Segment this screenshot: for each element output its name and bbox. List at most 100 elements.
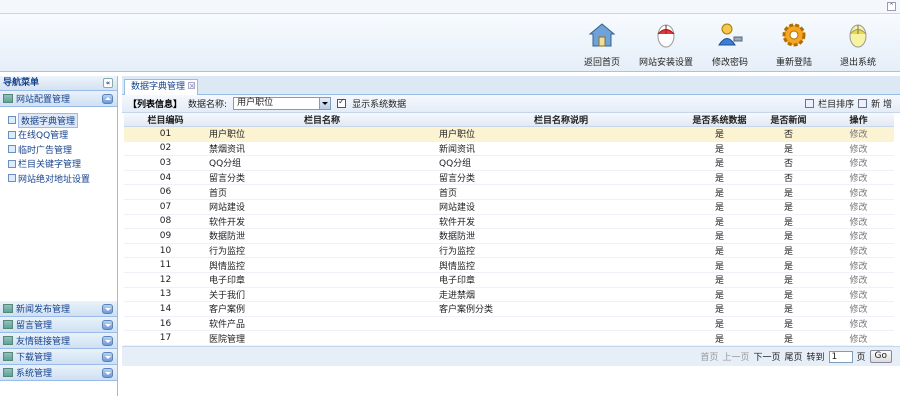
folder-icon bbox=[3, 320, 13, 329]
cell-code: 11 bbox=[124, 257, 207, 273]
expand-section-icon[interactable] bbox=[102, 368, 113, 378]
sidebar-header: 导航菜单 « bbox=[0, 76, 117, 91]
table-header-row: 栏目编码 栏目名称 栏目名称说明 是否系统数据 是否新闻 操作 bbox=[124, 113, 894, 127]
cell-code: 08 bbox=[124, 214, 207, 230]
sidebar-item-online-qq[interactable]: 在线QQ管理 bbox=[8, 128, 117, 143]
cell-news: 是 bbox=[754, 330, 823, 346]
chevron-down-icon bbox=[319, 98, 331, 109]
cell-code: 17 bbox=[124, 330, 207, 346]
sidebar-section-downloads[interactable]: 下载管理 bbox=[0, 349, 117, 365]
edit-link[interactable]: 修改 bbox=[823, 199, 894, 215]
home-button[interactable]: 返回首页 bbox=[574, 20, 630, 68]
sidebar-item-absolute-url[interactable]: 网站绝对地址设置 bbox=[8, 171, 117, 186]
show-system-label: 显示系统数据 bbox=[352, 100, 407, 110]
collapse-sidebar-icon[interactable]: « bbox=[103, 78, 113, 88]
relogin-button[interactable]: 重新登陆 bbox=[766, 20, 822, 68]
sidebar-section-news[interactable]: 新闻发布管理 bbox=[0, 301, 117, 317]
table-row[interactable]: 06 首页 首页是是修改 bbox=[124, 184, 894, 200]
cell-system: 是 bbox=[685, 184, 754, 200]
next-page-link[interactable]: 下一页 bbox=[753, 350, 780, 363]
table-row[interactable]: 14 客户案例 客户案例分类是是修改 bbox=[124, 301, 894, 317]
edit-link[interactable]: 修改 bbox=[823, 257, 894, 273]
expand-section-icon[interactable] bbox=[102, 352, 113, 362]
main-panel: 数据字典管理 × 【列表信息】 数据名称: 用户职位 显示系统数据 栏目排序 新… bbox=[122, 76, 900, 396]
sidebar-section-site-config[interactable]: 网站配置管理 bbox=[0, 91, 117, 107]
table-row[interactable]: 09 数据防泄 数据防泄是是修改 bbox=[124, 228, 894, 244]
cell-name: 软件开发 bbox=[207, 214, 437, 230]
cell-description: 首页 bbox=[437, 184, 685, 200]
add-button[interactable]: 新 增 bbox=[871, 97, 892, 110]
collapse-header-icon[interactable]: ⌃ bbox=[887, 2, 896, 11]
table-row[interactable]: 03 QQ分组 QQ分组是否修改 bbox=[124, 155, 894, 171]
edit-link[interactable]: 修改 bbox=[823, 243, 894, 259]
cell-news: 是 bbox=[754, 184, 823, 200]
edit-link[interactable]: 修改 bbox=[823, 214, 894, 230]
collapse-section-icon[interactable] bbox=[102, 94, 113, 104]
cell-news: 是 bbox=[754, 214, 823, 230]
logout-button[interactable]: 退出系统 bbox=[830, 20, 886, 68]
first-page-link[interactable]: 首页 bbox=[700, 350, 718, 363]
sidebar-section-system[interactable]: 系统管理 bbox=[0, 365, 117, 381]
site-settings-button[interactable]: 网站安装设置 bbox=[638, 20, 694, 68]
table-row[interactable]: 04 留言分类 留言分类是否修改 bbox=[124, 170, 894, 186]
cell-system: 是 bbox=[685, 170, 754, 186]
edit-link[interactable]: 修改 bbox=[823, 301, 894, 317]
table-row[interactable]: 13 关于我们 走进禁烟是是修改 bbox=[124, 287, 894, 303]
power-mouse-icon bbox=[843, 20, 873, 50]
sort-icon bbox=[805, 99, 815, 108]
edit-link[interactable]: 修改 bbox=[823, 272, 894, 288]
edit-link[interactable]: 修改 bbox=[823, 126, 894, 142]
go-button[interactable]: Go bbox=[869, 350, 892, 363]
close-tab-icon[interactable]: × bbox=[188, 82, 196, 90]
table-row[interactable]: 10 行为监控 行为监控是是修改 bbox=[124, 243, 894, 259]
table-row[interactable]: 17 医院管理是是修改 bbox=[124, 330, 894, 346]
page-number-input[interactable]: 1 bbox=[828, 350, 853, 363]
edit-link[interactable]: 修改 bbox=[823, 316, 894, 332]
sidebar-item-keywords[interactable]: 栏目关键字管理 bbox=[8, 157, 117, 172]
prev-page-link[interactable]: 上一页 bbox=[722, 350, 749, 363]
cell-news: 是 bbox=[754, 141, 823, 157]
edit-link[interactable]: 修改 bbox=[823, 141, 894, 157]
cell-name: 电子印章 bbox=[207, 272, 437, 288]
table-row[interactable]: 02 禁烟资讯 新闻资讯是是修改 bbox=[124, 141, 894, 157]
cell-description: 舆情监控 bbox=[437, 257, 685, 273]
edit-link[interactable]: 修改 bbox=[823, 287, 894, 303]
folder-icon bbox=[3, 94, 13, 103]
tab-dictionary[interactable]: 数据字典管理 × bbox=[124, 79, 199, 95]
data-name-label: 数据名称: bbox=[188, 100, 228, 110]
goto-label: 转到 bbox=[806, 353, 825, 363]
sidebar-item-temp-ads[interactable]: 临时广告管理 bbox=[8, 142, 117, 157]
cell-description: 网站建设 bbox=[437, 199, 685, 215]
edit-link[interactable]: 修改 bbox=[823, 155, 894, 171]
change-password-button[interactable]: 修改密码 bbox=[702, 20, 758, 68]
expand-section-icon[interactable] bbox=[102, 320, 113, 330]
table-row[interactable]: 11 舆情监控 舆情监控是是修改 bbox=[124, 257, 894, 273]
last-page-link[interactable]: 尾页 bbox=[784, 350, 802, 363]
expand-section-icon[interactable] bbox=[102, 336, 113, 346]
sidebar-section-links[interactable]: 友情链接管理 bbox=[0, 333, 117, 349]
cell-name: QQ分组 bbox=[207, 155, 437, 171]
cell-name: 用户职位 bbox=[207, 126, 437, 142]
expand-section-icon[interactable] bbox=[102, 304, 113, 314]
table-row[interactable]: 12 电子印章 电子印章是是修改 bbox=[124, 272, 894, 288]
data-name-select[interactable]: 用户职位 bbox=[233, 97, 332, 110]
edit-link[interactable]: 修改 bbox=[823, 170, 894, 186]
sidebar-section-messages[interactable]: 留言管理 bbox=[0, 317, 117, 333]
column-header-action: 操作 bbox=[823, 113, 894, 127]
edit-link[interactable]: 修改 bbox=[823, 330, 894, 346]
edit-link[interactable]: 修改 bbox=[823, 184, 894, 200]
cell-news: 是 bbox=[754, 228, 823, 244]
table-row[interactable]: 01 用户职位 用户职位是否修改 bbox=[124, 126, 894, 142]
house-icon bbox=[587, 20, 617, 50]
cell-system: 是 bbox=[685, 316, 754, 332]
table-row[interactable]: 07 网站建设 网站建设是是修改 bbox=[124, 199, 894, 215]
sidebar-item-dictionary[interactable]: 数据字典管理 bbox=[8, 112, 117, 128]
cell-description: 电子印章 bbox=[437, 272, 685, 288]
table-row[interactable]: 16 软件产品是是修改 bbox=[124, 316, 894, 332]
sort-button[interactable]: 栏目排序 bbox=[818, 97, 854, 110]
cell-description: 软件开发 bbox=[437, 214, 685, 230]
cell-code: 14 bbox=[124, 301, 207, 317]
show-system-checkbox[interactable] bbox=[337, 97, 347, 108]
edit-link[interactable]: 修改 bbox=[823, 228, 894, 244]
table-row[interactable]: 08 软件开发 软件开发是是修改 bbox=[124, 214, 894, 230]
